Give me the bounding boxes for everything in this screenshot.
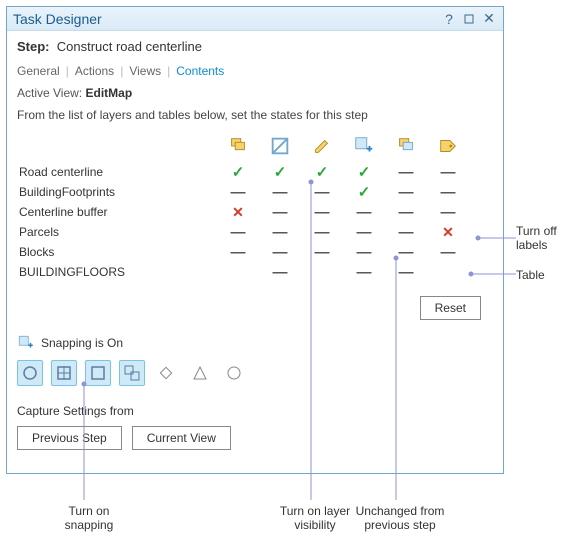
tab-contents[interactable]: Contents (176, 64, 224, 78)
point-snap[interactable] (17, 360, 43, 386)
layer-name: BUILDINGFLOORS (17, 265, 217, 279)
tabs: General | Actions | Views | Contents (7, 60, 503, 84)
table-row: Road centerline✓✓✓✓—— (17, 162, 493, 182)
titlebar: Task Designer ? ✕ (7, 7, 503, 31)
selectable-icon[interactable] (217, 135, 259, 160)
state-cell[interactable]: — (385, 264, 427, 281)
state-cell[interactable]: — (385, 244, 427, 261)
grid-header (17, 132, 493, 162)
midpoint-snap[interactable] (187, 360, 213, 386)
vertex-snap[interactable] (85, 360, 111, 386)
autohide-button[interactable] (461, 11, 477, 27)
state-cell[interactable]: — (427, 204, 469, 221)
table-row: BuildingFootprints———✓—— (17, 182, 493, 202)
annotation-table: Table (516, 268, 545, 282)
table-row: Blocks—————— (17, 242, 493, 262)
state-cell[interactable]: — (427, 244, 469, 261)
layer-name: Parcels (17, 225, 217, 239)
visibility-icon[interactable] (259, 135, 301, 160)
layer-name: Blocks (17, 245, 217, 259)
active-template-icon[interactable] (385, 135, 427, 160)
step-name: Construct road centerline (57, 39, 202, 54)
state-cell[interactable]: — (301, 244, 343, 261)
window-title: Task Designer (13, 11, 437, 27)
state-cell[interactable]: — (385, 204, 427, 221)
state-cell[interactable]: — (259, 264, 301, 281)
state-cell[interactable]: — (259, 204, 301, 221)
layer-name: Centerline buffer (17, 205, 217, 219)
state-cell[interactable]: ✓ (343, 183, 385, 201)
state-cell[interactable]: — (427, 184, 469, 201)
state-cell[interactable]: — (343, 224, 385, 241)
previous-step-button[interactable]: Previous Step (17, 426, 122, 450)
state-cell[interactable]: ✓ (343, 163, 385, 181)
step-label: Step: (17, 39, 50, 54)
tab-general[interactable]: General (17, 64, 60, 78)
end-snap[interactable] (51, 360, 77, 386)
annotation-turn-on-visibility: Turn on layervisibility (270, 504, 360, 533)
state-cell[interactable]: — (301, 224, 343, 241)
active-view-row: Active View: EditMap (7, 84, 503, 108)
labels-icon[interactable] (427, 135, 469, 160)
snapping-label: Snapping is On (41, 336, 123, 350)
task-designer-panel: Task Designer ? ✕ Step: Construct road c… (6, 6, 504, 474)
state-cell[interactable]: ✕ (217, 204, 259, 221)
state-cell[interactable]: — (217, 224, 259, 241)
state-cell[interactable]: ✕ (427, 224, 469, 241)
tab-actions[interactable]: Actions (75, 64, 114, 78)
help-button[interactable]: ? (441, 11, 457, 27)
layer-grid: Road centerline✓✓✓✓——BuildingFootprints—… (7, 132, 503, 282)
tangent-snap[interactable] (221, 360, 247, 386)
close-button[interactable]: ✕ (481, 11, 497, 27)
state-cell[interactable]: — (343, 264, 385, 281)
state-cell[interactable]: ✓ (301, 163, 343, 181)
state-cell[interactable]: — (427, 164, 469, 181)
edge-snap[interactable] (119, 360, 145, 386)
annotation-unchanged: Unchanged fromprevious step (350, 504, 450, 533)
editable-icon[interactable] (301, 135, 343, 160)
state-cell[interactable]: — (385, 184, 427, 201)
layer-name: Road centerline (17, 165, 217, 179)
tab-views[interactable]: Views (129, 64, 161, 78)
state-cell[interactable]: — (301, 204, 343, 221)
state-cell[interactable]: — (217, 244, 259, 261)
state-cell[interactable]: — (343, 244, 385, 261)
state-cell[interactable]: — (343, 204, 385, 221)
layer-name: BuildingFootprints (17, 185, 217, 199)
instruction-text: From the list of layers and tables below… (7, 108, 503, 132)
state-cell[interactable]: — (259, 244, 301, 261)
state-cell[interactable]: — (259, 184, 301, 201)
snapping-row: Snapping is On (17, 334, 493, 352)
snap-tools (17, 360, 493, 386)
annotation-turn-off-labels: Turn offlabels (516, 224, 557, 253)
step-row: Step: Construct road centerline (7, 31, 503, 60)
snapping-icon[interactable] (343, 135, 385, 160)
state-cell[interactable]: — (385, 164, 427, 181)
active-view-value: EditMap (85, 86, 132, 100)
active-view-label: Active View: (17, 86, 82, 100)
state-cell[interactable]: — (301, 184, 343, 201)
reset-button[interactable]: Reset (420, 296, 481, 320)
intersection-snap[interactable] (153, 360, 179, 386)
state-cell[interactable]: — (259, 224, 301, 241)
table-row: Parcels—————✕ (17, 222, 493, 242)
table-row: BUILDINGFLOORS——— (17, 262, 493, 282)
state-cell[interactable]: ✓ (259, 163, 301, 181)
capture-label: Capture Settings from (7, 404, 503, 426)
snapping-badge-icon (17, 334, 35, 352)
state-cell[interactable]: ✓ (217, 163, 259, 181)
annotation-turn-on-snapping: Turn onsnapping (54, 504, 124, 533)
table-row: Centerline buffer✕————— (17, 202, 493, 222)
state-cell[interactable]: — (385, 224, 427, 241)
state-cell[interactable]: — (217, 184, 259, 201)
current-view-button[interactable]: Current View (132, 426, 231, 450)
